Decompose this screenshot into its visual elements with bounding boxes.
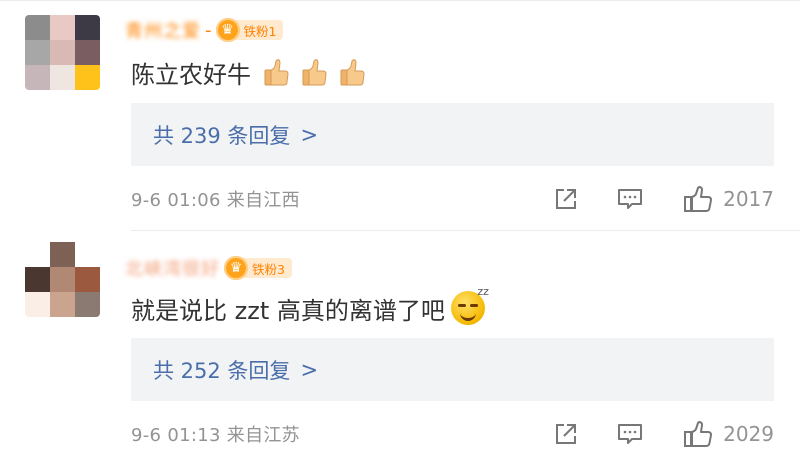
share-icon[interactable] [551, 419, 581, 449]
view-replies-link[interactable]: 共 239 条回复 > [131, 103, 774, 166]
comment-header: 青州之爱 - ♛ 铁粉1 [125, 14, 284, 46]
share-icon[interactable] [551, 184, 581, 214]
sweat-smile-emoji-icon: zz [450, 285, 489, 325]
comment-footer: 9-6 01:06 来自江西 2017 [131, 182, 774, 216]
like-icon[interactable] [683, 419, 713, 449]
comment-text: 就是说比 zzt 高真的离谱了吧 zz [131, 285, 489, 328]
crown-icon: ♛ [215, 18, 240, 42]
thumbs-up-icon [340, 59, 365, 86]
username[interactable]: 青州之爱 [125, 17, 201, 43]
username[interactable]: 北峡湾很好 [125, 255, 220, 281]
like-icon[interactable] [683, 184, 713, 214]
chevron-right-icon: > [300, 122, 319, 147]
chevron-right-icon: > [300, 357, 319, 382]
comment-body: 陈立农好牛 [131, 60, 251, 89]
crown-icon: ♛ [224, 256, 248, 280]
fan-badge-label: 铁粉1 [243, 23, 277, 39]
comment-icon[interactable] [615, 419, 645, 449]
comment-footer: 9-6 01:13 来自江苏 2029 [131, 417, 774, 451]
comment-meta: 9-6 01:06 来自江西 [131, 190, 300, 211]
fan-badge[interactable]: ♛ 铁粉3 [224, 256, 292, 280]
comment-meta: 9-6 01:13 来自江苏 [131, 425, 300, 446]
thumbs-up-icon [264, 59, 289, 86]
view-replies-link[interactable]: 共 252 条回复 > [131, 338, 774, 401]
comment-actions: 2017 [551, 184, 774, 214]
fan-badge-label: 铁粉3 [252, 261, 285, 277]
comment-header: 北峡湾很好 ♛ 铁粉3 [125, 252, 292, 284]
comment-actions: 2029 [551, 419, 774, 449]
comment-body: 就是说比 zzt 高真的离谱了吧 [131, 296, 445, 325]
avatar[interactable] [25, 242, 100, 317]
like-count: 2017 [723, 187, 774, 211]
thumbs-up-icon [302, 59, 327, 86]
replies-label: 共 239 条回复 [153, 123, 291, 148]
avatar[interactable] [25, 15, 100, 90]
username-separator: - [205, 19, 212, 41]
comment-icon[interactable] [615, 184, 645, 214]
comment-text: 陈立农好牛 [131, 55, 365, 89]
comment-item: 青州之爱 - ♛ 铁粉1 陈立农好牛 共 239 条回复 > 9-6 01:06… [0, 0, 800, 230]
fan-badge[interactable]: ♛ 铁粉1 [215, 18, 284, 42]
comment-item: 北峡湾很好 ♛ 铁粉3 就是说比 zzt 高真的离谱了吧 zz 共 252 条回… [0, 231, 800, 465]
replies-label: 共 252 条回复 [153, 358, 291, 383]
like-count: 2029 [723, 422, 774, 446]
